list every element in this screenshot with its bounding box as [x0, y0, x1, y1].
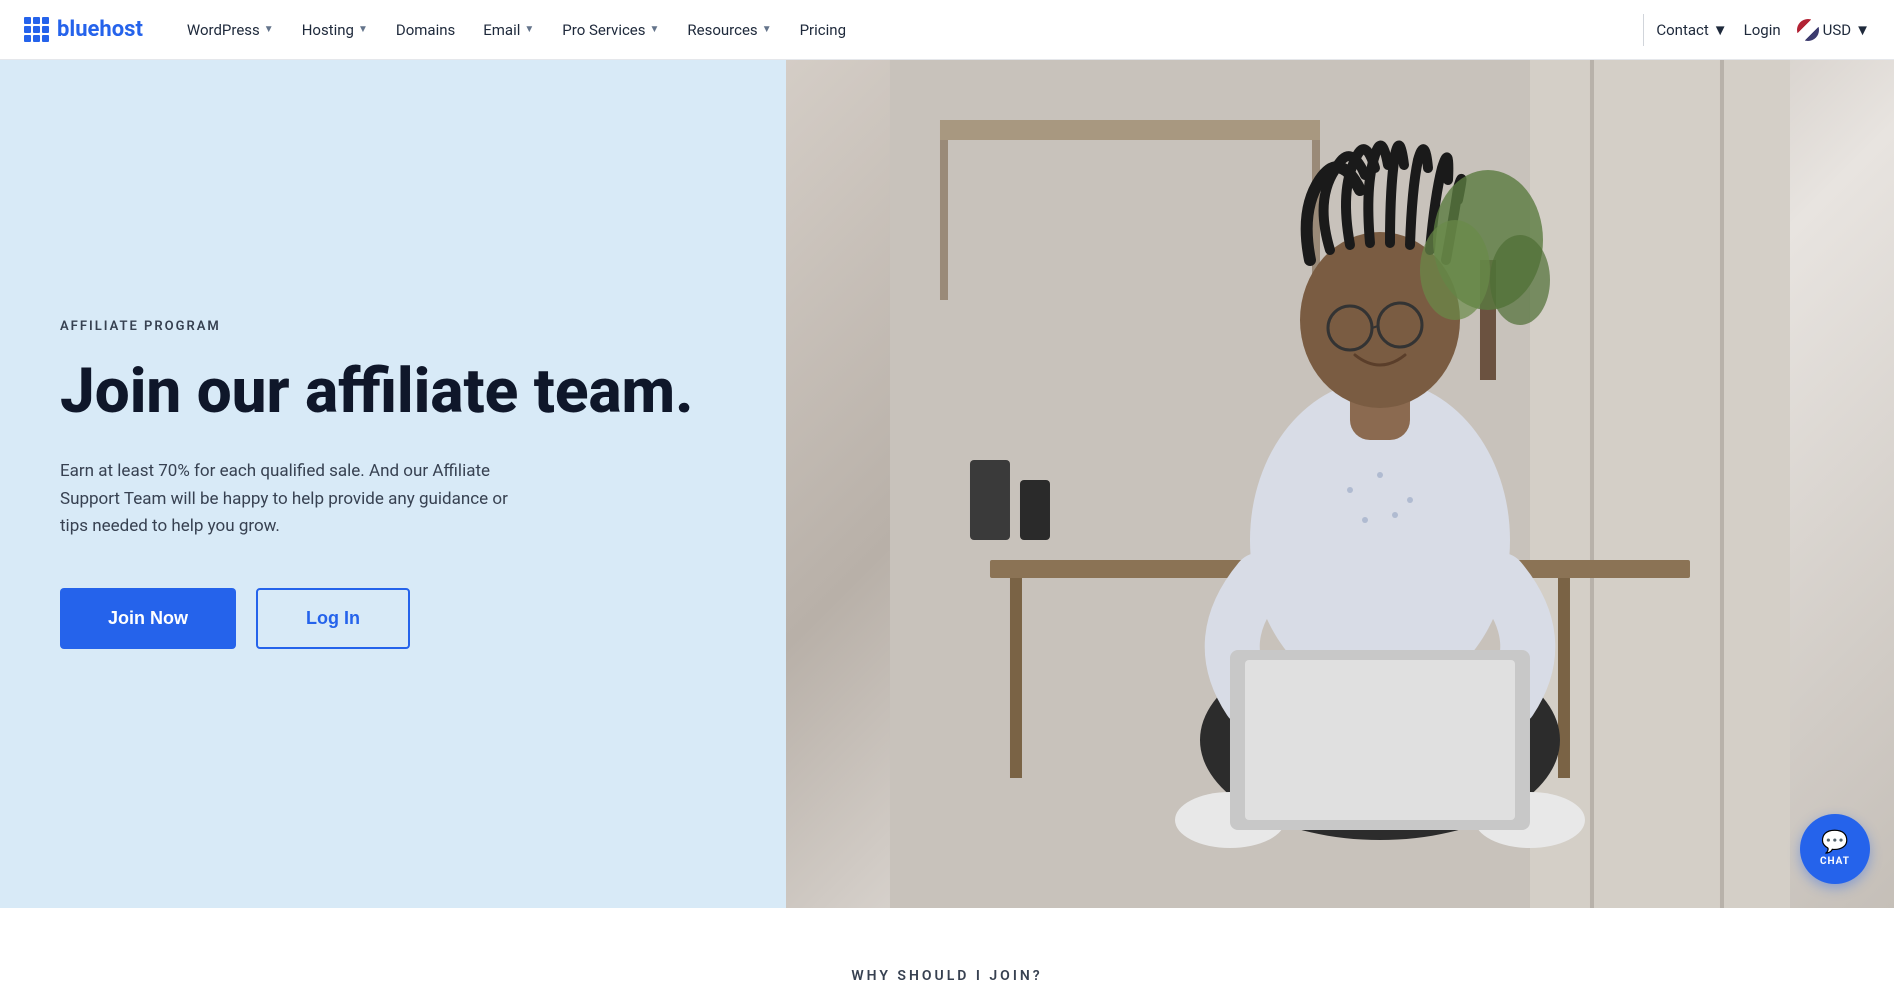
nav-item-domains[interactable]: Domains	[384, 15, 467, 45]
nav-item-resources[interactable]: Resources ▼	[675, 15, 783, 45]
nav-item-pro-services[interactable]: Pro Services ▼	[550, 15, 671, 45]
nav-item-hosting[interactable]: Hosting ▼	[290, 15, 380, 45]
chevron-down-icon: ▼	[524, 24, 534, 35]
nav-label-email: Email	[483, 21, 520, 39]
nav-item-pricing[interactable]: Pricing	[788, 15, 858, 45]
why-title: WHY SHOULD I JOIN?	[0, 968, 1894, 984]
hero-image	[786, 60, 1894, 908]
nav-label-hosting: Hosting	[302, 21, 354, 39]
chevron-down-icon: ▼	[1855, 21, 1870, 39]
chevron-down-icon: ▼	[762, 24, 772, 35]
nav-label-pricing: Pricing	[800, 21, 846, 39]
hero-illustration	[786, 60, 1894, 908]
hero-buttons: Join Now Log In	[60, 588, 726, 649]
why-section: WHY SHOULD I JOIN?	[0, 908, 1894, 1004]
join-now-button[interactable]: Join Now	[60, 588, 236, 649]
logo-text: bluehost	[57, 17, 143, 42]
logo-link[interactable]: bluehost	[24, 17, 143, 42]
nav-label-domains: Domains	[396, 21, 455, 39]
chat-bubble-icon: 💬	[1821, 832, 1848, 854]
chevron-down-icon: ▼	[264, 24, 274, 35]
chevron-down-icon: ▼	[1713, 21, 1728, 39]
chat-fab-label: CHAT	[1820, 856, 1850, 867]
flag-icon	[1797, 19, 1819, 41]
hero-section: AFFILIATE PROGRAM Join our affiliate tea…	[0, 60, 1894, 908]
logo-grid-icon	[24, 17, 49, 42]
hero-tag: AFFILIATE PROGRAM	[60, 319, 726, 334]
nav-contact[interactable]: Contact ▼	[1656, 21, 1727, 39]
nav-links: WordPress ▼ Hosting ▼ Domains Email ▼ Pr…	[175, 15, 1631, 45]
log-in-button[interactable]: Log In	[256, 588, 410, 649]
hero-description: Earn at least 70% for each qualified sal…	[60, 458, 540, 540]
chat-fab-button[interactable]: 💬 CHAT	[1800, 814, 1870, 884]
hero-right-panel	[786, 60, 1894, 908]
chevron-down-icon: ▼	[650, 24, 660, 35]
navbar: bluehost WordPress ▼ Hosting ▼ Domains E…	[0, 0, 1894, 60]
nav-right: Contact ▼ Login USD ▼	[1656, 19, 1870, 41]
nav-item-wordpress[interactable]: WordPress ▼	[175, 15, 286, 45]
nav-label-resources: Resources	[687, 21, 757, 39]
nav-divider	[1643, 14, 1644, 46]
nav-item-email[interactable]: Email ▼	[471, 15, 546, 45]
nav-currency[interactable]: USD ▼	[1797, 19, 1870, 41]
nav-label-wordpress: WordPress	[187, 21, 260, 39]
nav-label-pro-services: Pro Services	[562, 21, 645, 39]
hero-left-panel: AFFILIATE PROGRAM Join our affiliate tea…	[0, 60, 786, 908]
nav-contact-label: Contact	[1656, 21, 1708, 39]
chevron-down-icon: ▼	[358, 24, 368, 35]
nav-login[interactable]: Login	[1744, 21, 1781, 39]
hero-title: Join our affiliate team.	[60, 358, 726, 426]
